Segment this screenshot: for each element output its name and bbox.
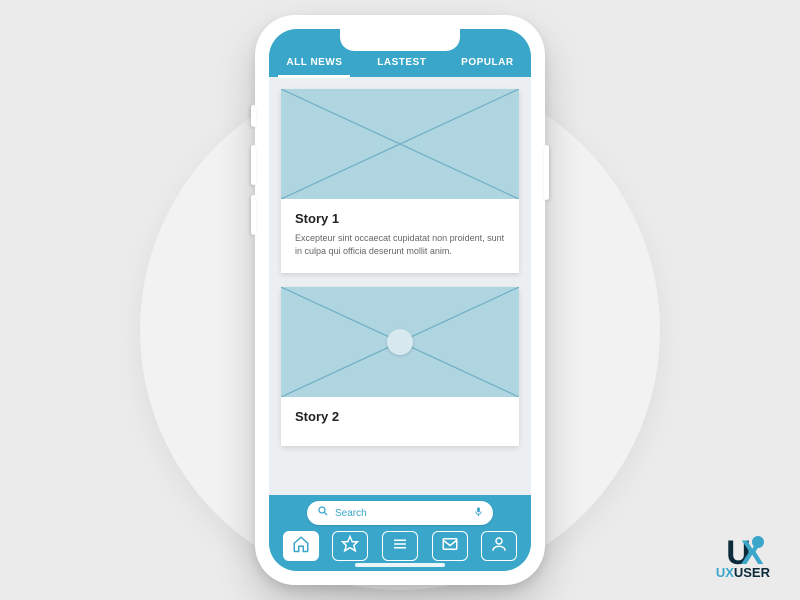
home-icon xyxy=(292,535,310,558)
logo-mark: UX xyxy=(726,538,759,569)
story-title: Story 1 xyxy=(295,211,505,226)
tab-popular[interactable]: POPULAR xyxy=(457,51,517,74)
tab-latest[interactable]: LASTEST xyxy=(373,51,430,74)
home-indicator xyxy=(355,563,445,567)
story-title: Story 2 xyxy=(295,409,505,424)
search-input[interactable] xyxy=(335,508,467,519)
nav-menu[interactable] xyxy=(382,531,418,561)
phone-notch xyxy=(340,29,460,51)
nav-row xyxy=(279,531,521,561)
phone-frame: ALL NEWS LASTEST POPULAR Story 1 Excepte… xyxy=(255,15,545,585)
image-placeholder xyxy=(281,287,519,397)
user-icon xyxy=(490,535,508,558)
logo-dot-icon xyxy=(752,536,764,548)
search-bar[interactable] xyxy=(307,501,493,525)
mic-icon[interactable] xyxy=(473,504,484,522)
nav-profile[interactable] xyxy=(481,531,517,561)
image-placeholder xyxy=(281,89,519,199)
tab-all-news[interactable]: ALL NEWS xyxy=(282,51,346,74)
story-card[interactable]: Story 1 Excepteur sint occaecat cupidata… xyxy=(281,89,519,273)
phone-side-button xyxy=(544,145,549,200)
story-body: Excepteur sint occaecat cupidatat non pr… xyxy=(295,232,505,257)
bottom-bar xyxy=(269,495,531,571)
phone-side-button xyxy=(251,195,256,235)
star-icon xyxy=(341,535,359,558)
mail-icon xyxy=(441,535,459,558)
phone-side-button xyxy=(251,145,256,185)
placeholder-dot xyxy=(387,329,413,355)
nav-mail[interactable] xyxy=(432,531,468,561)
search-icon xyxy=(317,504,329,522)
story-list[interactable]: Story 1 Excepteur sint occaecat cupidata… xyxy=(269,77,531,495)
brand-logo: UX UXUSER xyxy=(716,538,770,580)
phone-screen: ALL NEWS LASTEST POPULAR Story 1 Excepte… xyxy=(269,29,531,571)
phone-side-button xyxy=(251,105,256,127)
nav-home[interactable] xyxy=(283,531,319,561)
nav-favorites[interactable] xyxy=(332,531,368,561)
menu-icon xyxy=(391,535,409,558)
story-card[interactable]: Story 2 xyxy=(281,287,519,446)
